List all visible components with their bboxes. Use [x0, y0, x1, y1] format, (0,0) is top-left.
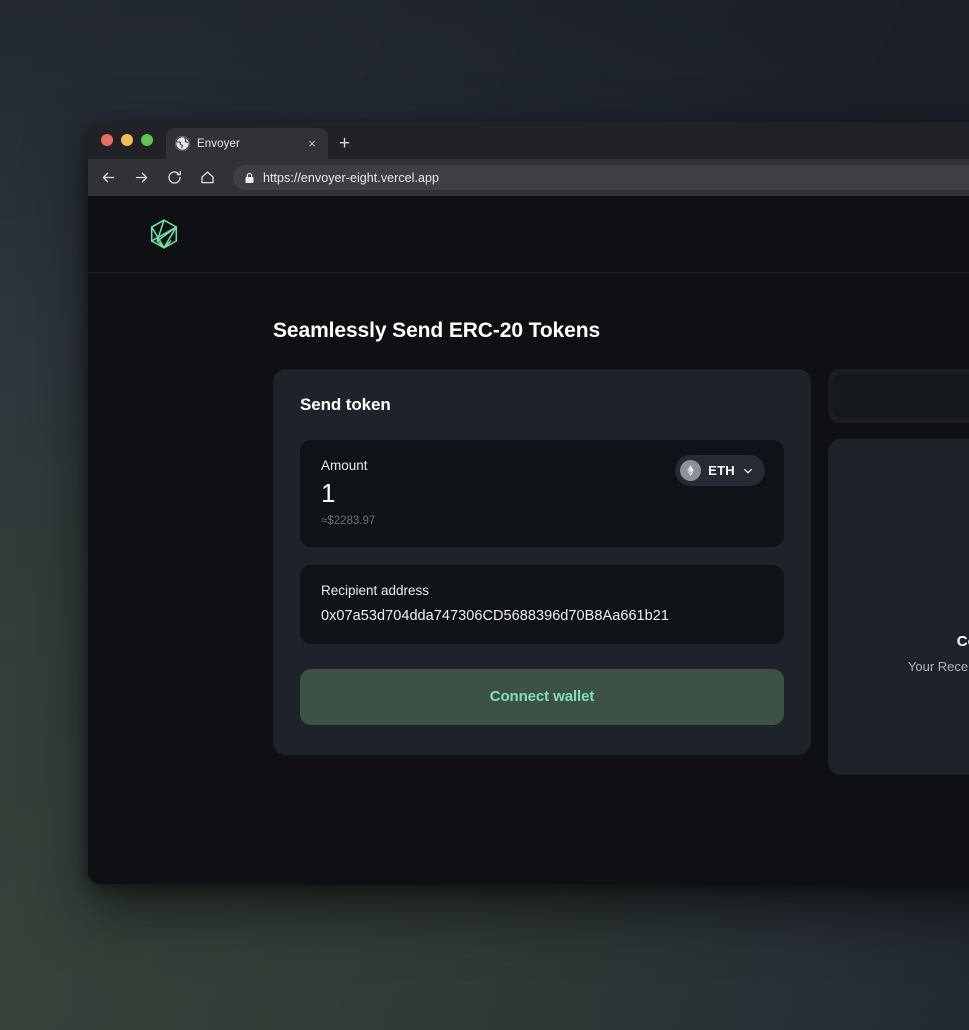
- forward-button[interactable]: [131, 168, 151, 188]
- amount-fiat-estimate: ≈$2283.97: [321, 514, 376, 527]
- recipient-address-input[interactable]: 0x07a53d704dda747306CD5688396d70B8Aa661b…: [321, 608, 763, 624]
- lock-icon: [244, 172, 255, 184]
- home-button[interactable]: [197, 168, 217, 188]
- maximize-window-button[interactable]: [141, 133, 153, 146]
- token-symbol-label: ETH: [708, 463, 735, 478]
- browser-tab-envoyer[interactable]: Envoyer ×: [166, 128, 328, 159]
- send-token-heading: Send token: [300, 395, 391, 414]
- new-tab-button[interactable]: +: [339, 134, 350, 153]
- close-window-button[interactable]: [101, 133, 113, 146]
- send-token-card: Send token Amount 1 ≈$2283.97 ETH Recipi…: [273, 369, 811, 755]
- page-content: Seamlessly Send ERC-20 Tokens Send token…: [88, 273, 969, 775]
- tab-activity[interactable]: Activity: [833, 374, 969, 418]
- site-header: [88, 196, 969, 273]
- amount-field[interactable]: Amount 1 ≈$2283.97 ETH: [300, 440, 784, 547]
- globe-favicon-icon: [175, 136, 190, 151]
- web-page: Seamlessly Send ERC-20 Tokens Send token…: [88, 196, 969, 884]
- address-bar[interactable]: https://envoyer-eight.vercel.app: [233, 165, 969, 190]
- browser-tab-strip: Envoyer × +: [88, 122, 969, 159]
- recipient-address-label: Recipient address: [321, 582, 430, 598]
- minimize-window-button[interactable]: [121, 133, 133, 146]
- token-selector[interactable]: ETH: [675, 455, 765, 486]
- browser-window: Envoyer × + https://envoyer-eight.vercel…: [88, 122, 969, 884]
- address-bar-url: https://envoyer-eight.vercel.app: [263, 170, 440, 185]
- chevron-down-icon: [742, 465, 754, 477]
- activity-panel: Activity Connect your wallet Your Recent…: [828, 369, 969, 775]
- recipient-address-field[interactable]: Recipient address 0x07a53d704dda747306CD…: [300, 564, 784, 644]
- page-title: Seamlessly Send ERC-20 Tokens: [273, 319, 601, 342]
- activity-tabs: Activity: [828, 369, 969, 423]
- browser-tab-title: Envoyer: [197, 137, 240, 150]
- envoyer-polyhedron-logo-icon[interactable]: [147, 217, 181, 251]
- window-traffic-lights: [101, 122, 153, 159]
- browser-toolbar: https://envoyer-eight.vercel.app: [88, 159, 969, 196]
- ethereum-token-icon: [680, 460, 702, 481]
- close-tab-icon[interactable]: ×: [305, 137, 319, 150]
- connect-wallet-button[interactable]: Connect wallet: [300, 668, 784, 725]
- empty-state-subtitle: Your Recent transactions will appear her…: [907, 658, 969, 674]
- back-button[interactable]: [98, 168, 118, 188]
- reload-button[interactable]: [164, 168, 184, 188]
- activity-empty-state-card: Connect your wallet Your Recent transact…: [828, 439, 969, 775]
- empty-state-title: Connect your wallet: [956, 632, 969, 650]
- panels-row: Send token Amount 1 ≈$2283.97 ETH Recipi…: [273, 369, 969, 775]
